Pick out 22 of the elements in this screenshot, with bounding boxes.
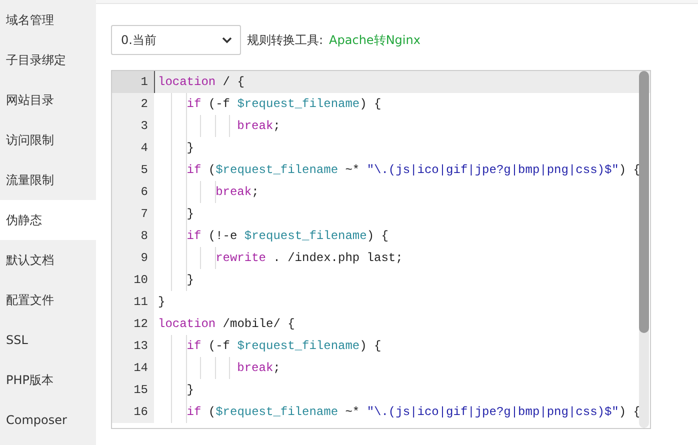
line-number: 11 (112, 291, 154, 313)
line-number: 2 (112, 93, 154, 115)
line-number: 16 (112, 401, 154, 423)
line-number: 8 (112, 225, 154, 247)
line-number: 15 (112, 379, 154, 401)
line-number: 5 (112, 159, 154, 181)
code-editor[interactable] (111, 70, 651, 429)
line-number: 4 (112, 137, 154, 159)
chevron-down-icon (222, 36, 232, 44)
line-number: 7 (112, 203, 154, 225)
sidebar-item[interactable]: 伪静态 (0, 200, 96, 240)
version-select[interactable]: 0.当前 (111, 25, 241, 55)
line-number: 13 (112, 335, 154, 357)
tool-label: 规则转换工具: (247, 32, 324, 48)
scrollbar[interactable] (639, 71, 649, 428)
line-number: 3 (112, 115, 154, 137)
line-number: 14 (112, 357, 154, 379)
line-number: 12 (112, 313, 154, 335)
line-number: 10 (112, 269, 154, 291)
line-number: 6 (112, 181, 154, 203)
line-number: 9 (112, 247, 154, 269)
line-number: 1 (112, 71, 154, 93)
